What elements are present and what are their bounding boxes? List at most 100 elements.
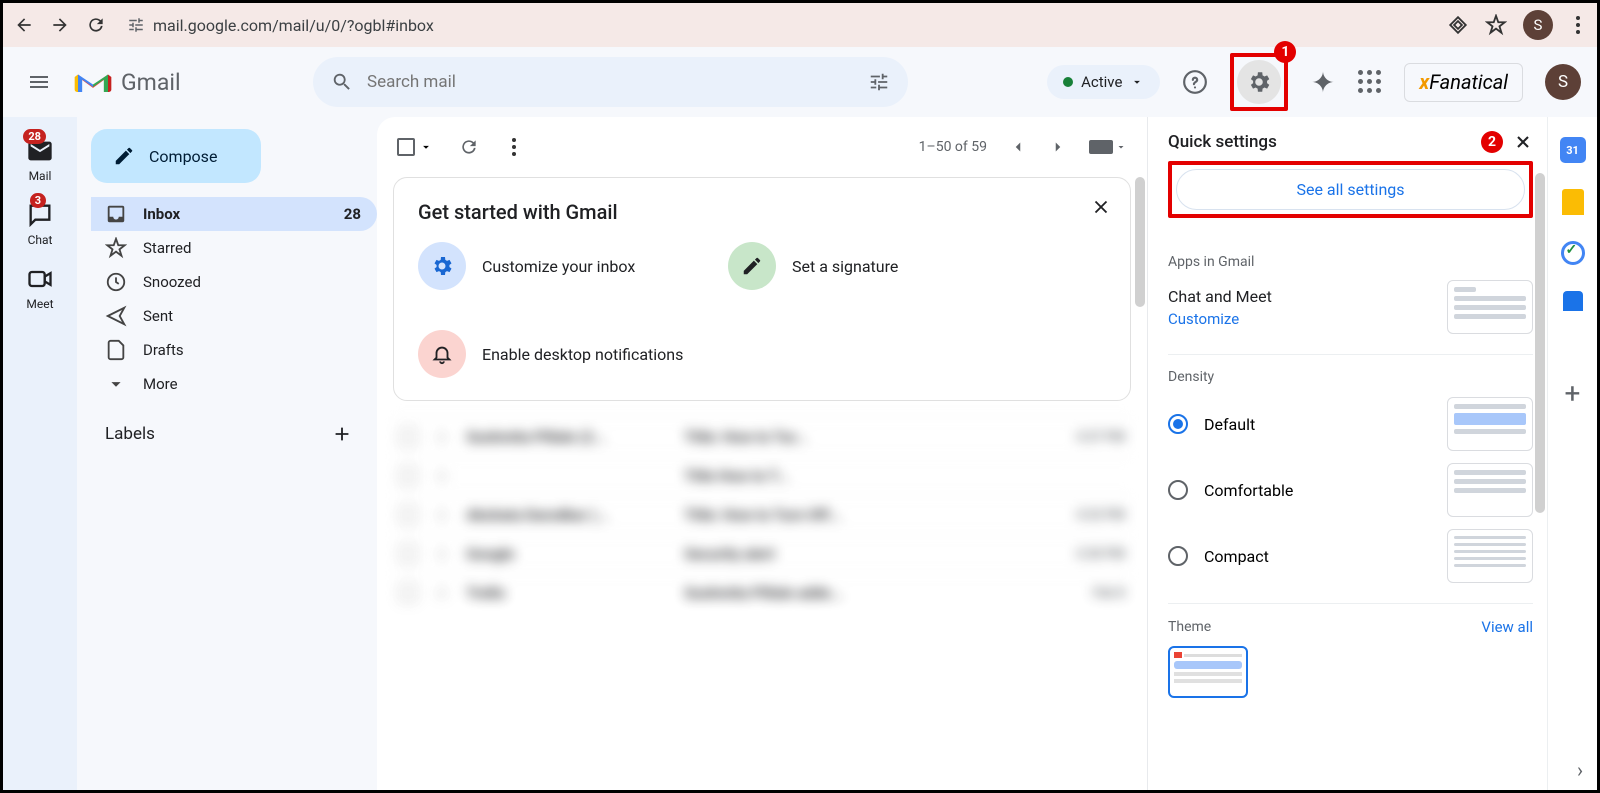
email-row[interactable]: ☆Sushmita Pillale (2...Title: How to Tur… (393, 417, 1131, 456)
email-list-blurred: ☆Sushmita Pillale (2...Title: How to Tur… (393, 417, 1131, 612)
enable-notifications-button[interactable]: Enable desktop notifications (418, 330, 688, 378)
search-options-icon[interactable] (868, 71, 890, 93)
gear-icon (1246, 69, 1272, 95)
density-preview (1447, 397, 1533, 451)
mail-toolbar: 1–50 of 59 (393, 131, 1131, 163)
email-row[interactable]: ☆Title How to T... (393, 456, 1131, 495)
chevron-down-icon (1130, 75, 1144, 89)
main-menu-icon[interactable] (15, 58, 63, 106)
google-apps-icon[interactable] (1358, 70, 1382, 94)
scrollbar[interactable] (1135, 177, 1145, 307)
keep-addon-icon[interactable] (1562, 189, 1584, 215)
more-actions-icon[interactable] (505, 138, 523, 156)
close-icon[interactable] (1090, 196, 1112, 218)
nav-drafts[interactable]: Drafts (91, 333, 377, 367)
density-compact[interactable]: Compact (1168, 546, 1269, 566)
help-icon[interactable] (1182, 69, 1208, 95)
email-row[interactable]: ☆GoogleSecurity alert2:30 PM (393, 534, 1131, 573)
xfanatical-extension[interactable]: xFanatical (1404, 63, 1523, 102)
density-default[interactable]: Default (1168, 414, 1255, 434)
gemini-icon[interactable] (1310, 69, 1336, 95)
customize-inbox-button[interactable]: Customize your inbox (418, 242, 688, 290)
select-all[interactable] (397, 138, 433, 156)
density-label: Density (1168, 369, 1533, 385)
nav-snoozed[interactable]: Snoozed (91, 265, 377, 299)
view-all-themes[interactable]: View all (1481, 618, 1533, 636)
scrollbar[interactable] (1535, 173, 1545, 513)
gmail-logo[interactable]: Gmail (73, 67, 303, 97)
close-icon[interactable] (1513, 132, 1533, 152)
nav-more[interactable]: More (91, 367, 377, 401)
nav-starred[interactable]: Starred (91, 231, 377, 265)
get-started-title: Get started with Gmail (418, 200, 1106, 224)
gmail-logo-icon (73, 67, 113, 97)
radio-icon (1168, 546, 1188, 566)
next-page-icon[interactable] (1049, 138, 1067, 156)
nav-sent[interactable]: Sent (91, 299, 377, 333)
customize-link[interactable]: Customize (1168, 310, 1239, 328)
calendar-addon-icon[interactable]: 31 (1560, 137, 1586, 163)
set-signature-button[interactable]: Set a signature (728, 242, 998, 290)
search-icon (331, 71, 353, 93)
prev-page-icon[interactable] (1009, 138, 1027, 156)
clock-icon (105, 271, 127, 293)
mail-badge: 28 (23, 129, 46, 144)
add-label-icon[interactable] (331, 423, 353, 445)
contacts-addon-icon[interactable] (1563, 291, 1583, 311)
nav-inbox[interactable]: Inbox 28 (91, 197, 377, 231)
callout-badge-2: 2 (1481, 131, 1503, 153)
address-bar[interactable]: mail.google.com/mail/u/0/?ogbl#inbox (121, 16, 1433, 35)
theme-thumbnail[interactable] (1168, 646, 1248, 698)
chevron-down-icon (419, 140, 433, 154)
search-box[interactable] (313, 57, 908, 107)
rail-mail[interactable]: 28 Mail (26, 137, 54, 183)
search-input[interactable] (367, 72, 854, 92)
theme-label: Theme (1168, 619, 1211, 635)
quick-settings-title: Quick settings (1168, 132, 1471, 152)
bookmark-star-icon[interactable] (1485, 14, 1507, 36)
compose-button[interactable]: Compose (91, 129, 261, 183)
bell-icon (431, 343, 453, 365)
chat-and-meet-label: Chat and Meet (1168, 287, 1272, 306)
account-avatar[interactable]: S (1545, 64, 1581, 100)
hide-sidepanel-icon[interactable]: › (1577, 758, 1583, 782)
send-icon (105, 305, 127, 327)
main-area: 1–50 of 59 Get started with Gmail Custom… (377, 117, 1597, 790)
site-info-icon[interactable] (127, 16, 145, 34)
settings-button-highlighted[interactable]: 1 (1230, 53, 1288, 111)
density-preview (1447, 463, 1533, 517)
radio-icon (1168, 480, 1188, 500)
folder-sidebar: Compose Inbox 28 Starred Snoozed Sent (77, 117, 377, 790)
see-all-settings-button[interactable]: See all settings (1176, 169, 1525, 210)
radio-icon (1168, 414, 1188, 434)
star-icon (105, 237, 127, 259)
chevron-down-icon (1115, 141, 1127, 153)
rail-chat[interactable]: 3 Chat (26, 201, 54, 247)
forward-icon[interactable] (49, 14, 71, 36)
browser-menu-icon[interactable] (1569, 16, 1587, 34)
chat-badge: 3 (30, 193, 46, 208)
input-tools[interactable] (1089, 140, 1127, 154)
rail-meet[interactable]: Meet (26, 265, 54, 311)
extensions-icon[interactable] (1442, 9, 1473, 40)
browser-toolbar: mail.google.com/mail/u/0/?ogbl#inbox S (3, 3, 1597, 47)
density-comfortable[interactable]: Comfortable (1168, 480, 1293, 500)
inbox-icon (105, 203, 127, 225)
email-row[interactable]: ☆TrelloSushmita Pillale adde...Feb 8 (393, 573, 1131, 612)
checkbox-icon (397, 138, 415, 156)
gmail-logo-text: Gmail (121, 69, 181, 96)
pagination-info: 1–50 of 59 (919, 139, 987, 155)
tasks-addon-icon[interactable] (1561, 241, 1585, 265)
chat-status-chip[interactable]: Active (1047, 65, 1160, 99)
refresh-icon[interactable] (459, 137, 479, 157)
status-dot-icon (1063, 77, 1073, 87)
email-row[interactable]: ☆Akshata Darodkar (...Title: How to Turn… (393, 495, 1131, 534)
back-icon[interactable] (13, 14, 35, 36)
gmail-header: Gmail Active 1 xFanatical S (3, 47, 1597, 117)
get-addons-icon[interactable]: + (1565, 377, 1581, 410)
reload-icon[interactable] (85, 14, 107, 36)
file-icon (105, 339, 127, 361)
browser-avatar[interactable]: S (1523, 10, 1553, 40)
get-started-card: Get started with Gmail Customize your in… (393, 177, 1131, 401)
keyboard-icon (1089, 140, 1113, 154)
